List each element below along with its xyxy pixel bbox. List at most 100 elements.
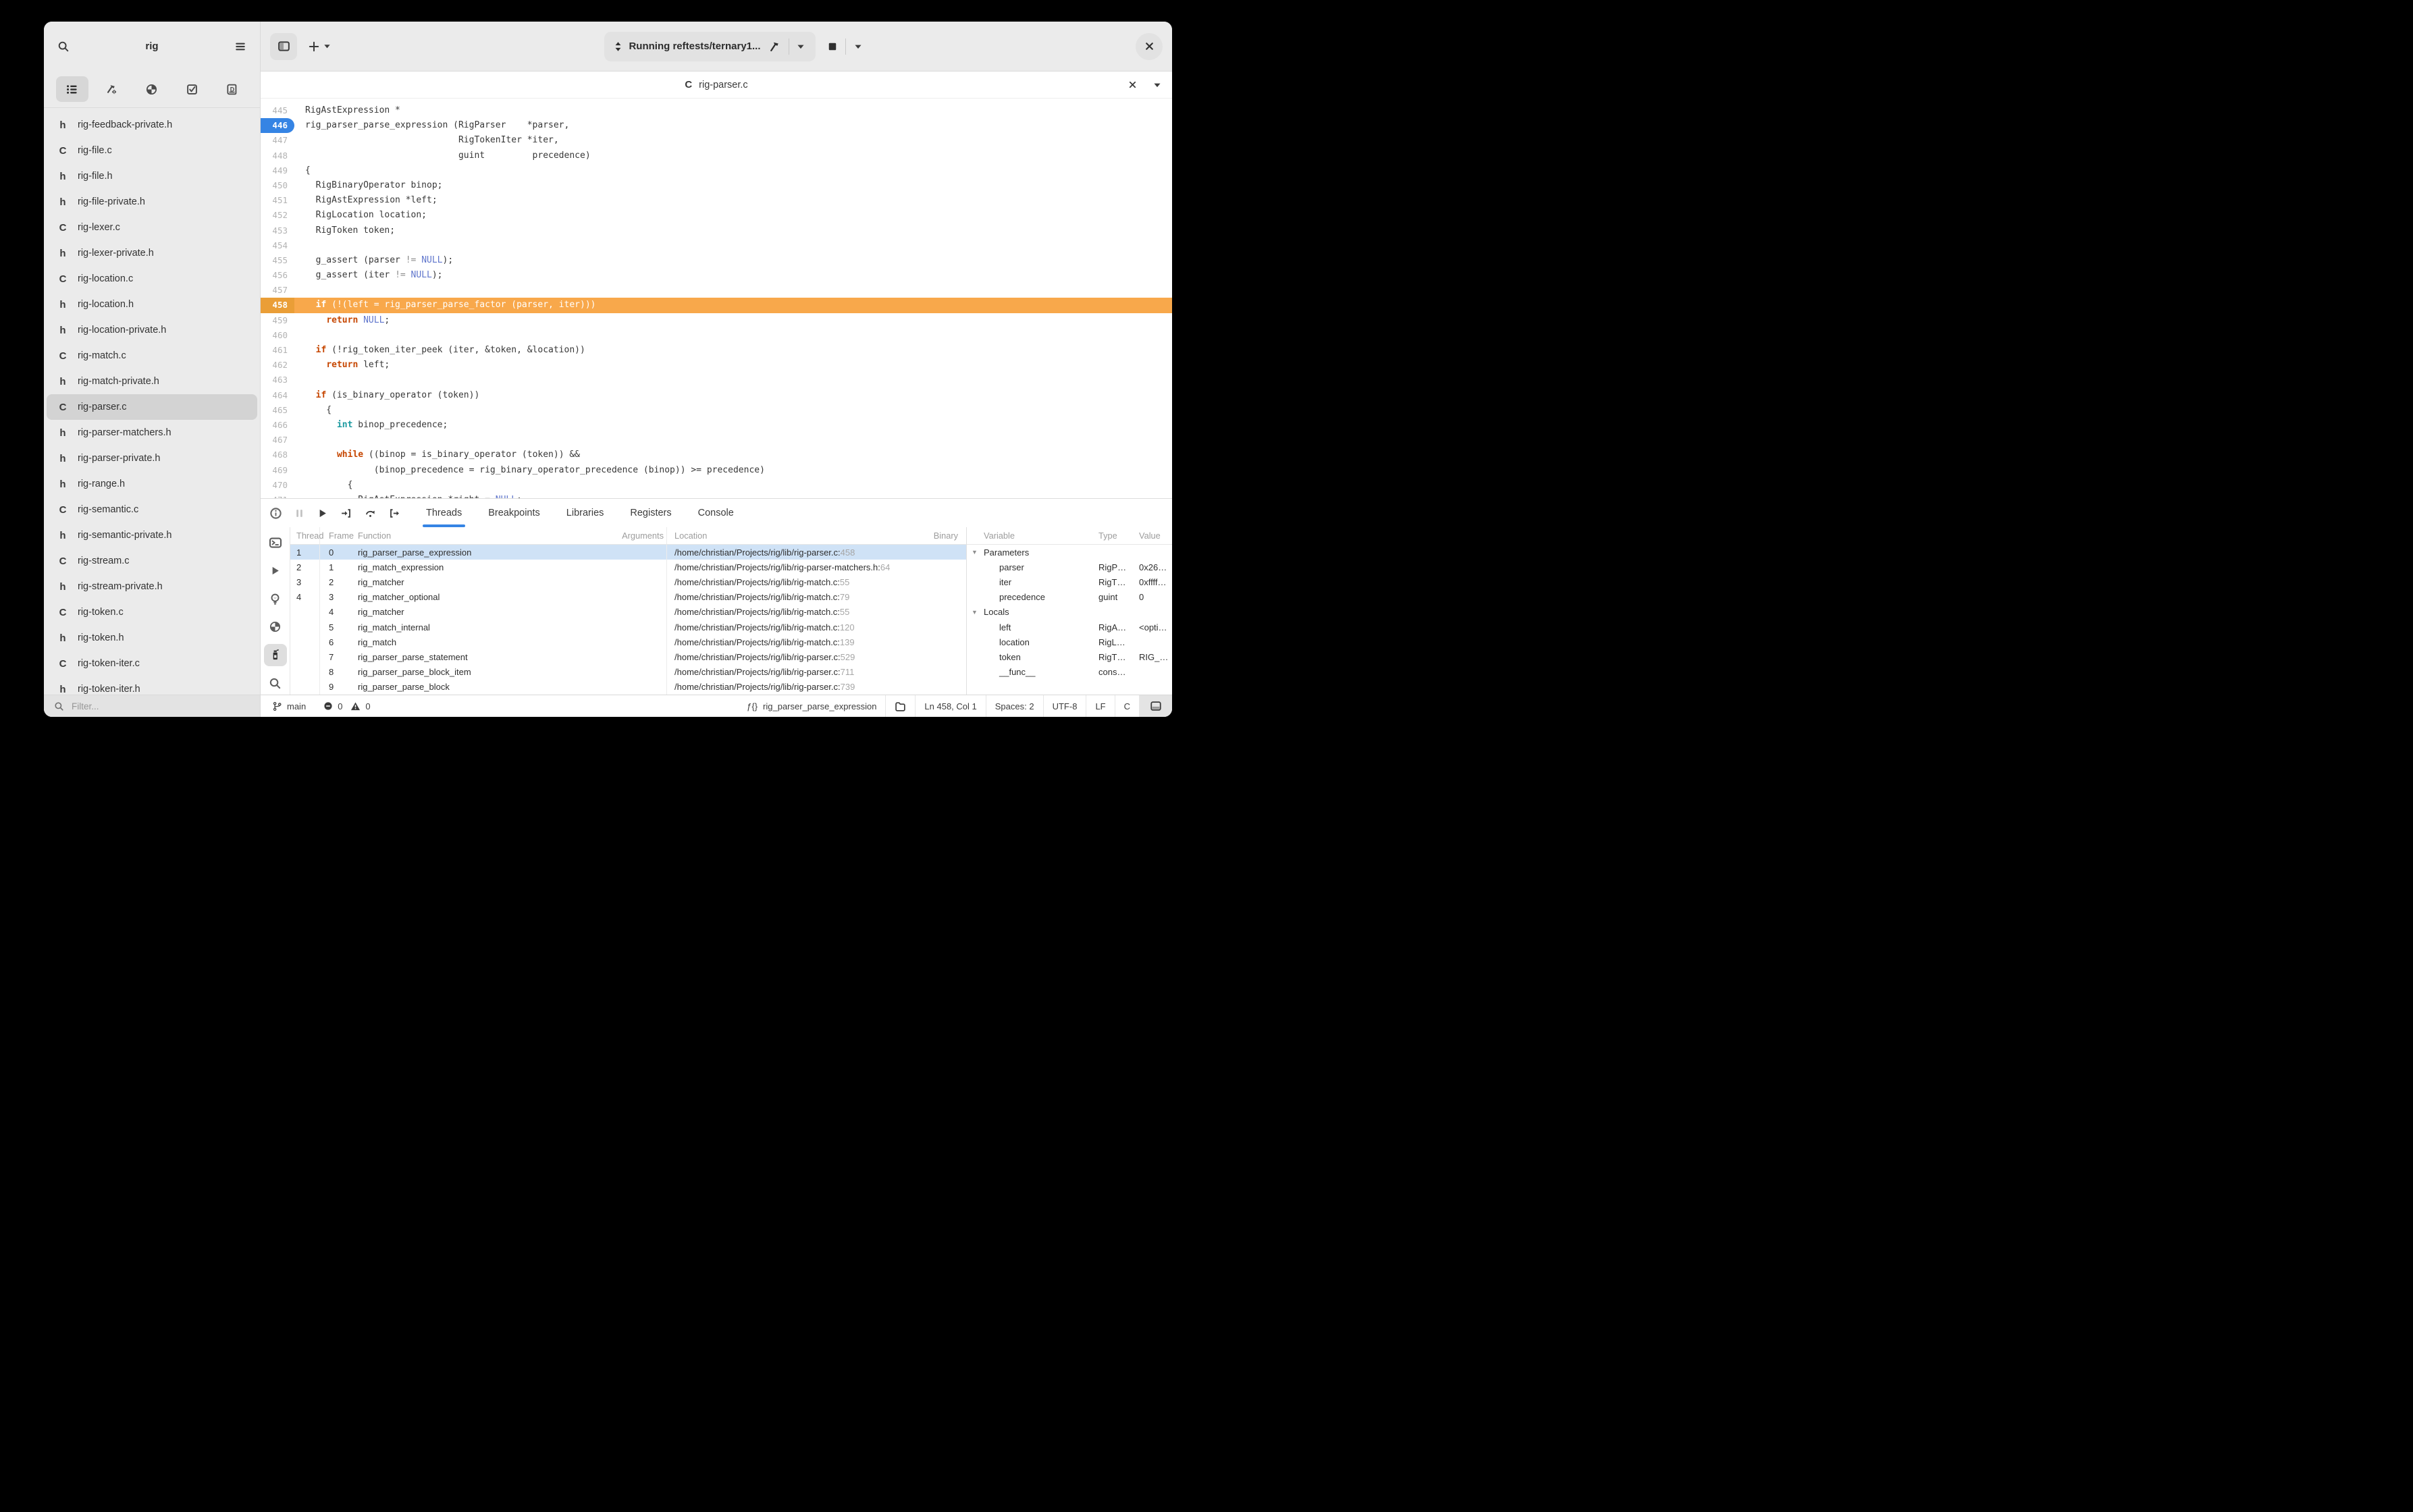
continue-icon[interactable] xyxy=(317,508,327,518)
file-item[interactable]: hrig-stream-private.h xyxy=(47,574,257,599)
code-line-449[interactable]: 449{ xyxy=(261,163,1172,178)
file-item[interactable]: hrig-semantic-private.h xyxy=(47,522,257,548)
variable-row[interactable]: precedenceguint0 xyxy=(967,590,1172,605)
warning-count[interactable]: 0 xyxy=(350,701,370,711)
file-item[interactable]: Crig-location.c xyxy=(47,266,257,292)
file-item[interactable]: hrig-parser-private.h xyxy=(47,446,257,471)
code-line-446[interactable]: 446rig_parser_parse_expression (RigParse… xyxy=(261,118,1172,133)
file-item[interactable]: hrig-range.h xyxy=(47,471,257,497)
tab-registers[interactable]: Registers xyxy=(630,499,671,527)
frame-row[interactable]: 10rig_parser_parse_expression/home/chris… xyxy=(290,545,966,560)
disclosure-triangle-icon[interactable]: ▼ xyxy=(972,549,984,556)
branch-indicator[interactable]: main xyxy=(272,701,306,711)
frame-row[interactable]: 6rig_match/home/christian/Projects/rig/l… xyxy=(290,634,966,649)
file-item[interactable]: hrig-file.h xyxy=(47,163,257,189)
code-line-457[interactable]: 457 xyxy=(261,283,1172,298)
code-line-465[interactable]: 465 { xyxy=(261,403,1172,418)
variable-row[interactable]: tokenRigT…RIG_… xyxy=(967,649,1172,664)
file-item[interactable]: Crig-match.c xyxy=(47,343,257,369)
variable-group[interactable]: ▼Locals xyxy=(967,605,1172,620)
code-line-458[interactable]: 458 if (!(left = rig_parser_parse_factor… xyxy=(261,298,1172,313)
frame-row[interactable]: 8rig_parser_parse_block_item/home/christ… xyxy=(290,665,966,680)
code-line-471[interactable]: 471 RigAstExpression *right = NULL; xyxy=(261,493,1172,498)
terminal-icon[interactable] xyxy=(264,531,287,554)
sidebar-tab-documentation[interactable]: D xyxy=(215,76,248,102)
run-output-icon[interactable] xyxy=(264,560,287,583)
file-item[interactable]: hrig-location-private.h xyxy=(47,317,257,343)
file-item[interactable]: hrig-feedback-private.h xyxy=(47,112,257,138)
code-line-459[interactable]: 459 return NULL; xyxy=(261,313,1172,328)
indentation-setting[interactable]: Spaces: 2 xyxy=(986,695,1043,717)
file-item[interactable]: hrig-file-private.h xyxy=(47,189,257,215)
disclosure-triangle-icon[interactable]: ▼ xyxy=(972,609,984,616)
code-line-445[interactable]: 445RigAstExpression * xyxy=(261,103,1172,118)
file-item[interactable]: hrig-token-iter.h xyxy=(47,676,257,695)
stop-options-chevron-icon[interactable] xyxy=(854,43,862,51)
language-setting[interactable]: C xyxy=(1115,695,1139,717)
toggle-sidebar-button[interactable] xyxy=(270,33,297,60)
code-line-455[interactable]: 455 g_assert (parser != NULL); xyxy=(261,253,1172,268)
code-line-463[interactable]: 463 xyxy=(261,373,1172,387)
source-editor[interactable]: 445RigAstExpression *446rig_parser_parse… xyxy=(261,99,1172,498)
file-item[interactable]: hrig-match-private.h xyxy=(47,369,257,394)
frame-row[interactable]: 9rig_parser_parse_block/home/christian/P… xyxy=(290,680,966,695)
file-item[interactable]: Crig-stream.c xyxy=(47,548,257,574)
lightbulb-icon[interactable] xyxy=(264,587,287,610)
filter-input[interactable] xyxy=(70,701,250,712)
current-function[interactable]: ƒ{} rig_parser_parse_expression xyxy=(738,695,885,717)
code-line-453[interactable]: 453 RigToken token; xyxy=(261,223,1172,238)
tab-list-chevron-icon[interactable] xyxy=(1153,81,1161,89)
sidebar-tab-todo[interactable] xyxy=(176,76,208,102)
pause-icon[interactable] xyxy=(294,508,304,518)
code-line-456[interactable]: 456 g_assert (iter != NULL); xyxy=(261,268,1172,283)
tab-console[interactable]: Console xyxy=(698,499,734,527)
step-in-icon[interactable] xyxy=(340,508,352,519)
tab-close-icon[interactable] xyxy=(1128,80,1137,89)
sidebar-filter[interactable] xyxy=(44,695,261,717)
toggle-bottom-panel-button[interactable] xyxy=(1139,695,1172,717)
search-icon[interactable] xyxy=(57,40,70,53)
frame-row[interactable]: 4rig_matcher/home/christian/Projects/rig… xyxy=(290,605,966,620)
step-over-icon[interactable] xyxy=(365,508,376,519)
run-options-chevron-icon[interactable] xyxy=(797,43,805,51)
code-line-462[interactable]: 462 return left; xyxy=(261,358,1172,373)
file-item[interactable]: hrig-token.h xyxy=(47,625,257,651)
variable-row[interactable]: iterRigT…0xffff… xyxy=(967,574,1172,589)
code-line-470[interactable]: 470 { xyxy=(261,478,1172,493)
code-line-461[interactable]: 461 if (!rig_token_iter_peek (iter, &tok… xyxy=(261,343,1172,358)
file-item[interactable]: Crig-file.c xyxy=(47,138,257,163)
code-line-448[interactable]: 448 guint precedence) xyxy=(261,148,1172,163)
code-line-460[interactable]: 460 xyxy=(261,328,1172,343)
build-hammer-icon[interactable] xyxy=(768,40,781,53)
sidebar-tab-profiler[interactable] xyxy=(136,76,168,102)
error-count[interactable]: 0 xyxy=(323,701,342,711)
variable-row[interactable]: __func__cons… xyxy=(967,665,1172,680)
close-window-button[interactable] xyxy=(1136,33,1163,60)
info-icon[interactable] xyxy=(261,507,290,520)
code-line-464[interactable]: 464 if (is_binary_operator (token)) xyxy=(261,388,1172,403)
tab-threads[interactable]: Threads xyxy=(426,499,462,527)
file-item[interactable]: hrig-location.h xyxy=(47,292,257,317)
sidebar-tab-project-tree[interactable] xyxy=(56,76,88,102)
code-line-469[interactable]: 469 (binop_precedence = rig_binary_opera… xyxy=(261,463,1172,478)
file-item[interactable]: hrig-lexer-private.h xyxy=(47,240,257,266)
tab-breakpoints[interactable]: Breakpoints xyxy=(488,499,540,527)
code-line-451[interactable]: 451 RigAstExpression *left; xyxy=(261,193,1172,208)
editor-tab-bar[interactable]: C rig-parser.c xyxy=(261,72,1172,99)
frame-row[interactable]: 5rig_match_internal/home/christian/Proje… xyxy=(290,620,966,634)
sidebar-tab-build[interactable] xyxy=(96,76,128,102)
code-line-468[interactable]: 468 while ((binop = is_binary_operator (… xyxy=(261,448,1172,462)
search-panel-icon[interactable] xyxy=(264,672,287,695)
file-item[interactable]: Crig-lexer.c xyxy=(47,215,257,240)
frame-row[interactable]: 21rig_match_expression/home/christian/Pr… xyxy=(290,560,966,574)
code-line-447[interactable]: 447 RigTokenIter *iter, xyxy=(261,133,1172,148)
menu-icon[interactable] xyxy=(234,40,246,53)
file-item[interactable]: Crig-semantic.c xyxy=(47,497,257,522)
frame-row[interactable]: 32rig_matcher/home/christian/Projects/ri… xyxy=(290,574,966,589)
file-item[interactable]: Crig-parser.c xyxy=(47,394,257,420)
project-folder-button[interactable] xyxy=(885,695,915,717)
cursor-position[interactable]: Ln 458, Col 1 xyxy=(915,695,985,717)
code-line-467[interactable]: 467 xyxy=(261,433,1172,448)
step-out-icon[interactable] xyxy=(389,508,400,519)
file-item[interactable]: Crig-token-iter.c xyxy=(47,651,257,676)
